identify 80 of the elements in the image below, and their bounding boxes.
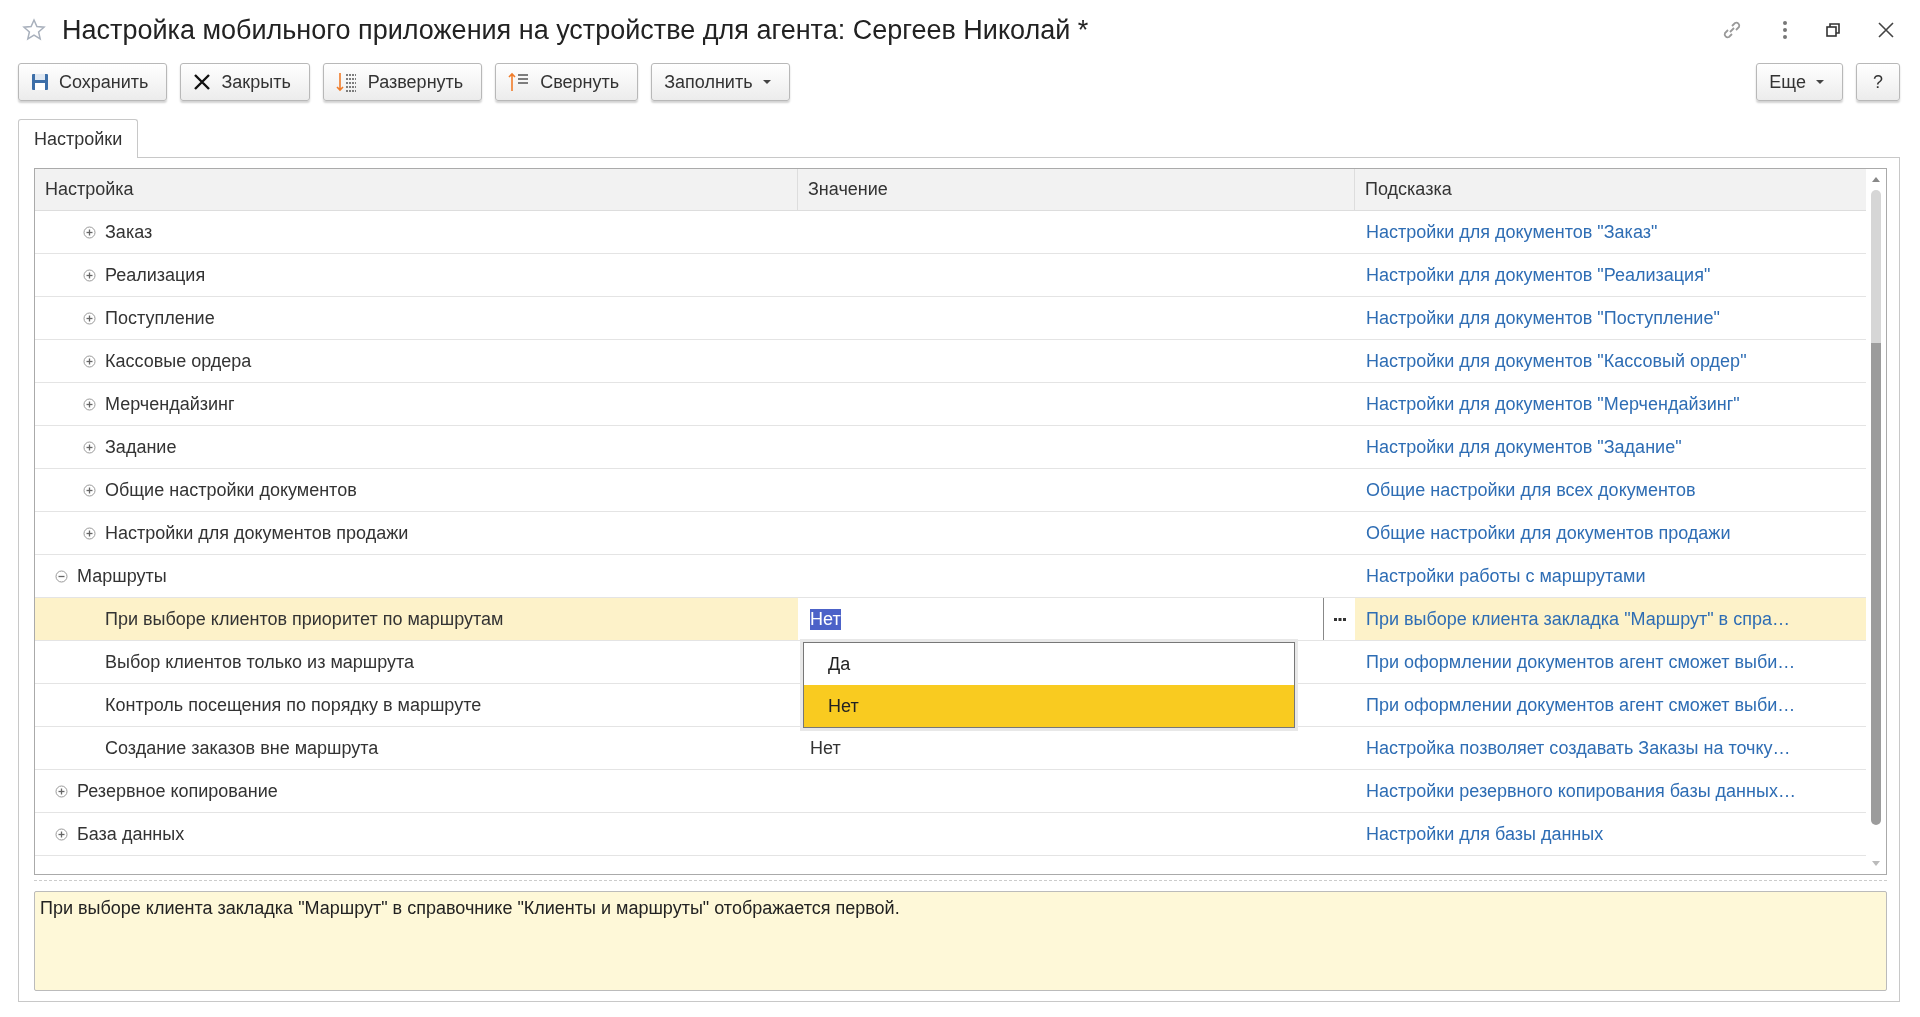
dropdown-option[interactable]: Да (804, 643, 1294, 685)
setting-name: Резервное копирование (77, 780, 278, 802)
toolbar-button[interactable]: Сохранить (18, 63, 168, 101)
close-icon[interactable] (1878, 22, 1894, 38)
ellipsis-icon (1333, 617, 1346, 621)
expand-icon[interactable] (83, 440, 96, 454)
expand-icon[interactable] (83, 526, 96, 540)
arrow-up-list-icon (508, 72, 531, 92)
dropdown-option[interactable]: Нет (804, 685, 1294, 727)
setting-name: Контроль посещения по порядку в маршруте (105, 694, 482, 716)
hint-link[interactable]: Настройки для документов "Заказ" (1366, 221, 1658, 243)
window-title: Настройка мобильного приложения на устройстве для агента: Сергеев Николай * (62, 14, 1089, 46)
setting-name: База данных (77, 823, 185, 845)
expand-icon[interactable] (55, 784, 68, 798)
hint-link[interactable]: При оформлении документов агент сможет выби… (1366, 651, 1796, 673)
table-row[interactable]: База данных Настройки для базы данных (35, 813, 1866, 856)
setting-name: Мерчендайзинг (105, 393, 235, 415)
setting-name: При выборе клиентов приоритет по маршрутам (105, 608, 504, 630)
hint-link[interactable]: Настройки для документов "Поступление" (1366, 307, 1720, 329)
setting-name: Задание (105, 436, 177, 458)
table-row[interactable]: Заказ Настройки для документов "Заказ" (35, 211, 1866, 254)
expand-icon[interactable] (55, 827, 68, 841)
hint-link[interactable]: Настройки резервного копирования базы данных… (1366, 780, 1796, 802)
toolbar-button[interactable]: ? (1856, 63, 1900, 101)
scroll-up-icon[interactable] (1872, 177, 1880, 182)
hint-link[interactable]: Настройка позволяет создавать Заказы на точку… (1366, 737, 1791, 759)
hint-link[interactable]: Настройки для документов "Кассовый ордер" (1366, 350, 1747, 372)
caret-icon (1816, 80, 1824, 84)
toolbar-button[interactable]: Закрыть (180, 63, 310, 101)
setting-name: Общие настройки документов (105, 479, 357, 501)
table-row[interactable]: Создание заказов вне маршрута Нет Настройка позволяет создавать Заказы на точку… (35, 727, 1866, 770)
table-row[interactable]: Поступление Настройки для документов "Поступление" (35, 297, 1866, 340)
table-row[interactable]: Настройки для документов продажи Общие настройки для документов продажи (35, 512, 1866, 555)
hint-text: При выборе клиента закладка "Маршрут" в справочнике "Клиенты и маршруты" отображается первой. (40, 898, 900, 918)
expand-icon[interactable] (83, 311, 96, 325)
hint-link[interactable]: Настройки работы с маршрутами (1366, 565, 1646, 587)
setting-name: Реализация (105, 264, 206, 286)
toolbar-button[interactable]: Заполнить (651, 63, 790, 101)
toolbar-button[interactable]: Свернуть (495, 63, 639, 101)
setting-name: Создание заказов вне маршрута (105, 737, 379, 759)
hint-link[interactable]: Общие настройки для всех документов (1366, 479, 1696, 501)
table-row[interactable]: Мерчендайзинг Настройки для документов "Мерчендайзинг" (35, 383, 1866, 426)
scrollbar-thumb[interactable] (1871, 342, 1881, 825)
setting-name: Кассовые ордера (105, 350, 252, 372)
expand-icon[interactable] (83, 397, 96, 411)
table-row[interactable]: Задание Настройки для документов "Задание" (35, 426, 1866, 469)
caret-icon (762, 80, 771, 84)
star-icon[interactable] (22, 18, 46, 42)
column-header[interactable]: Настройка (35, 169, 798, 210)
hint-link[interactable]: Общие настройки для документов продажи (1366, 522, 1731, 544)
collapse-icon[interactable] (55, 569, 68, 583)
table-row[interactable]: Резервное копирование Настройки резервного копирования базы данных… (35, 770, 1866, 813)
table-row[interactable]: Реализация Настройки для документов "Реализация" (35, 254, 1866, 297)
restore-icon[interactable] (1826, 23, 1840, 37)
setting-value: Нет (810, 737, 841, 759)
hint-link[interactable]: Настройки для документов "Задание" (1366, 436, 1682, 458)
setting-name: Заказ (105, 221, 153, 243)
table-row[interactable]: Общие настройки документов Общие настройки для всех документов (35, 469, 1866, 512)
more-icon[interactable] (1782, 20, 1788, 40)
hint-link[interactable]: Настройки для базы данных (1366, 823, 1604, 845)
hint-link[interactable]: Настройки для документов "Реализация" (1366, 264, 1711, 286)
expand-icon[interactable] (83, 225, 96, 239)
table-row[interactable]: Кассовые ордера Настройки для документов "Кассовый ордер" (35, 340, 1866, 383)
expand-icon[interactable] (83, 354, 96, 368)
hint-link[interactable]: Настройки для документов "Мерчендайзинг" (1366, 393, 1740, 415)
column-header[interactable]: Значение (798, 169, 1355, 210)
setting-name: Маршруты (77, 565, 167, 587)
setting-name: Поступление (105, 307, 215, 329)
column-header[interactable]: Подсказка (1355, 169, 1866, 210)
hint-link[interactable]: При оформлении документов агент сможет выби… (1366, 694, 1796, 716)
expand-icon[interactable] (83, 268, 96, 282)
toolbar-button[interactable]: Еще (1756, 63, 1843, 101)
close-icon (193, 73, 212, 91)
tab[interactable]: Настройки (18, 119, 139, 158)
setting-name: Настройки для документов продажи (105, 522, 409, 544)
arrow-down-list-icon (335, 72, 358, 92)
expand-icon[interactable] (83, 483, 96, 497)
value-field[interactable]: Нет (810, 598, 1323, 640)
setting-name: Выбор клиентов только из маршрута (105, 651, 415, 673)
toolbar-button[interactable]: Развернуть (322, 63, 483, 101)
